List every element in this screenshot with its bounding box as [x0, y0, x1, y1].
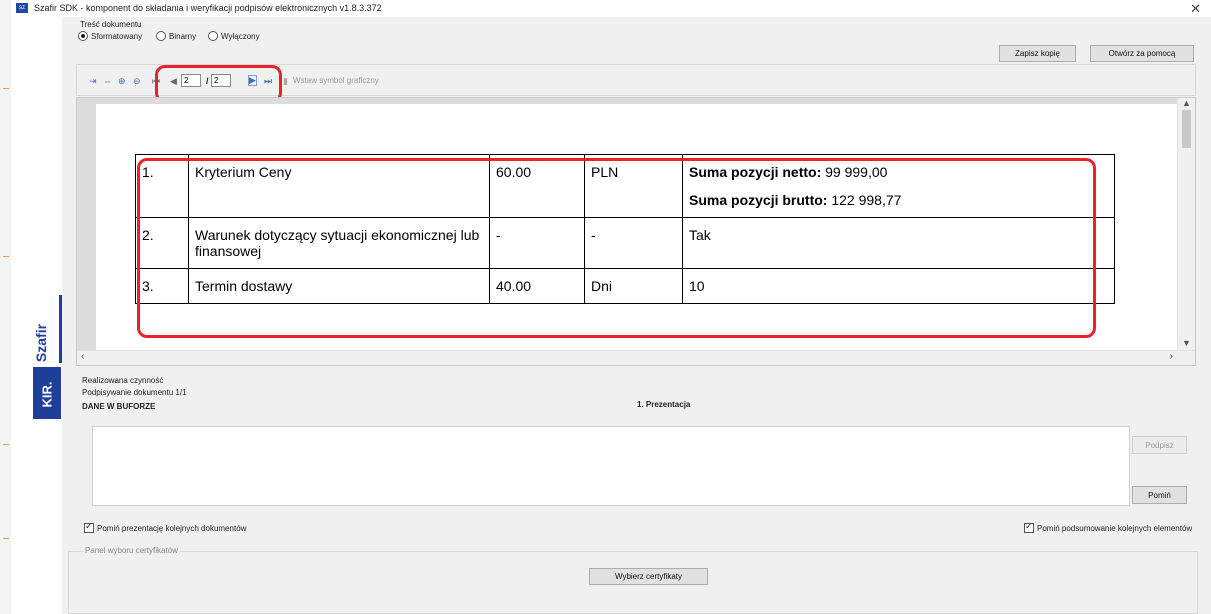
- skip-presentation-label: Pomiń prezentację kolejnych dokumentów: [97, 523, 247, 533]
- radio-binary[interactable]: Binarny: [156, 31, 196, 41]
- certificate-panel-title: Panel wyboru certyfikatów: [83, 546, 180, 555]
- highlight-document-table: [137, 158, 1096, 338]
- brand-logo-szafir: Szafir: [33, 323, 49, 363]
- activity-output-area[interactable]: [92, 426, 1130, 506]
- radio-disabled[interactable]: Wyłączony: [208, 31, 260, 41]
- skip-summary-label: Pomiń podsumowanie kolejnych elementów: [1037, 523, 1193, 533]
- background-window-mark: [3, 88, 9, 89]
- insert-symbol-icon[interactable]: ▮: [283, 76, 288, 87]
- scroll-down-icon[interactable]: ▼: [1182, 338, 1191, 348]
- radio-disabled-label: Wyłączony: [221, 31, 260, 41]
- background-window-mark: [3, 256, 9, 257]
- zoom-out-icon[interactable]: ⊖: [133, 76, 141, 87]
- radio-unselected-icon: [156, 31, 166, 41]
- save-copy-button[interactable]: Zapisz kopię: [999, 45, 1076, 62]
- radio-formatted[interactable]: Sformatowany: [78, 31, 142, 41]
- brand-logo-kir: KIR.: [39, 381, 55, 408]
- main-panel: Treść dokumentu Sformatowany Binarny Wył…: [62, 17, 1211, 614]
- title-bar: sz Szafir SDK - komponent do składania i…: [11, 0, 1211, 18]
- scroll-right-icon[interactable]: ›: [1170, 351, 1173, 362]
- sign-button[interactable]: Podpisz: [1132, 436, 1187, 454]
- certificate-panel: Panel wyboru certyfikatów Wybierz certyf…: [68, 546, 1198, 614]
- choose-certificates-button[interactable]: Wybierz certyfikaty: [589, 568, 708, 585]
- horizontal-scrollbar[interactable]: ‹ ›: [77, 350, 1195, 365]
- activity-buffer-status: DANE W BUFORZE: [82, 402, 156, 411]
- skip-button[interactable]: Pomiń: [1132, 486, 1187, 504]
- skip-presentation-checkbox[interactable]: Pomiń prezentację kolejnych dokumentów: [84, 521, 247, 533]
- skip-summary-checkbox[interactable]: Pomiń podsumowanie kolejnych elementów: [1024, 521, 1193, 533]
- background-window-mark: [3, 538, 9, 539]
- radio-unselected-icon: [208, 31, 218, 41]
- radio-formatted-label: Sformatowany: [91, 31, 143, 41]
- radio-binary-label: Binarny: [169, 31, 197, 41]
- vertical-scrollbar[interactable]: ▲ ▼: [1177, 98, 1195, 351]
- scroll-up-icon[interactable]: ▲: [1182, 98, 1191, 108]
- activity-label: Realizowana czynność: [82, 376, 164, 385]
- radio-selected-icon: [78, 31, 88, 41]
- open-with-button[interactable]: Otwórz za pomocą: [1090, 45, 1194, 62]
- activity-presentation-step: 1. Prezentacja: [637, 400, 691, 409]
- scroll-left-icon[interactable]: ‹: [81, 351, 84, 362]
- zoom-in-icon[interactable]: ⊕: [118, 76, 126, 87]
- brand-sidebar: Szafir KIR.: [11, 17, 63, 614]
- fit-page-icon[interactable]: ⇔: [103, 76, 112, 86]
- fit-width-icon[interactable]: ⇥: [89, 76, 97, 87]
- close-icon[interactable]: ✕: [1190, 0, 1201, 17]
- scroll-thumb[interactable]: [1182, 110, 1191, 148]
- app-icon: sz: [16, 3, 28, 13]
- content-label: Treść dokumentu: [80, 20, 142, 29]
- activity-progress: Podpisywanie dokumentu 1/1: [82, 388, 187, 397]
- window-title: Szafir SDK - komponent do składania i we…: [34, 3, 382, 13]
- activity-section: Realizowana czynność Podpisywanie dokume…: [76, 370, 1196, 518]
- checkbox-checked-icon: [1024, 521, 1034, 533]
- insert-symbol-button[interactable]: Wstaw symbol graficzny: [293, 76, 379, 85]
- checkbox-checked-icon: [84, 521, 94, 533]
- background-window-mark: [3, 444, 9, 445]
